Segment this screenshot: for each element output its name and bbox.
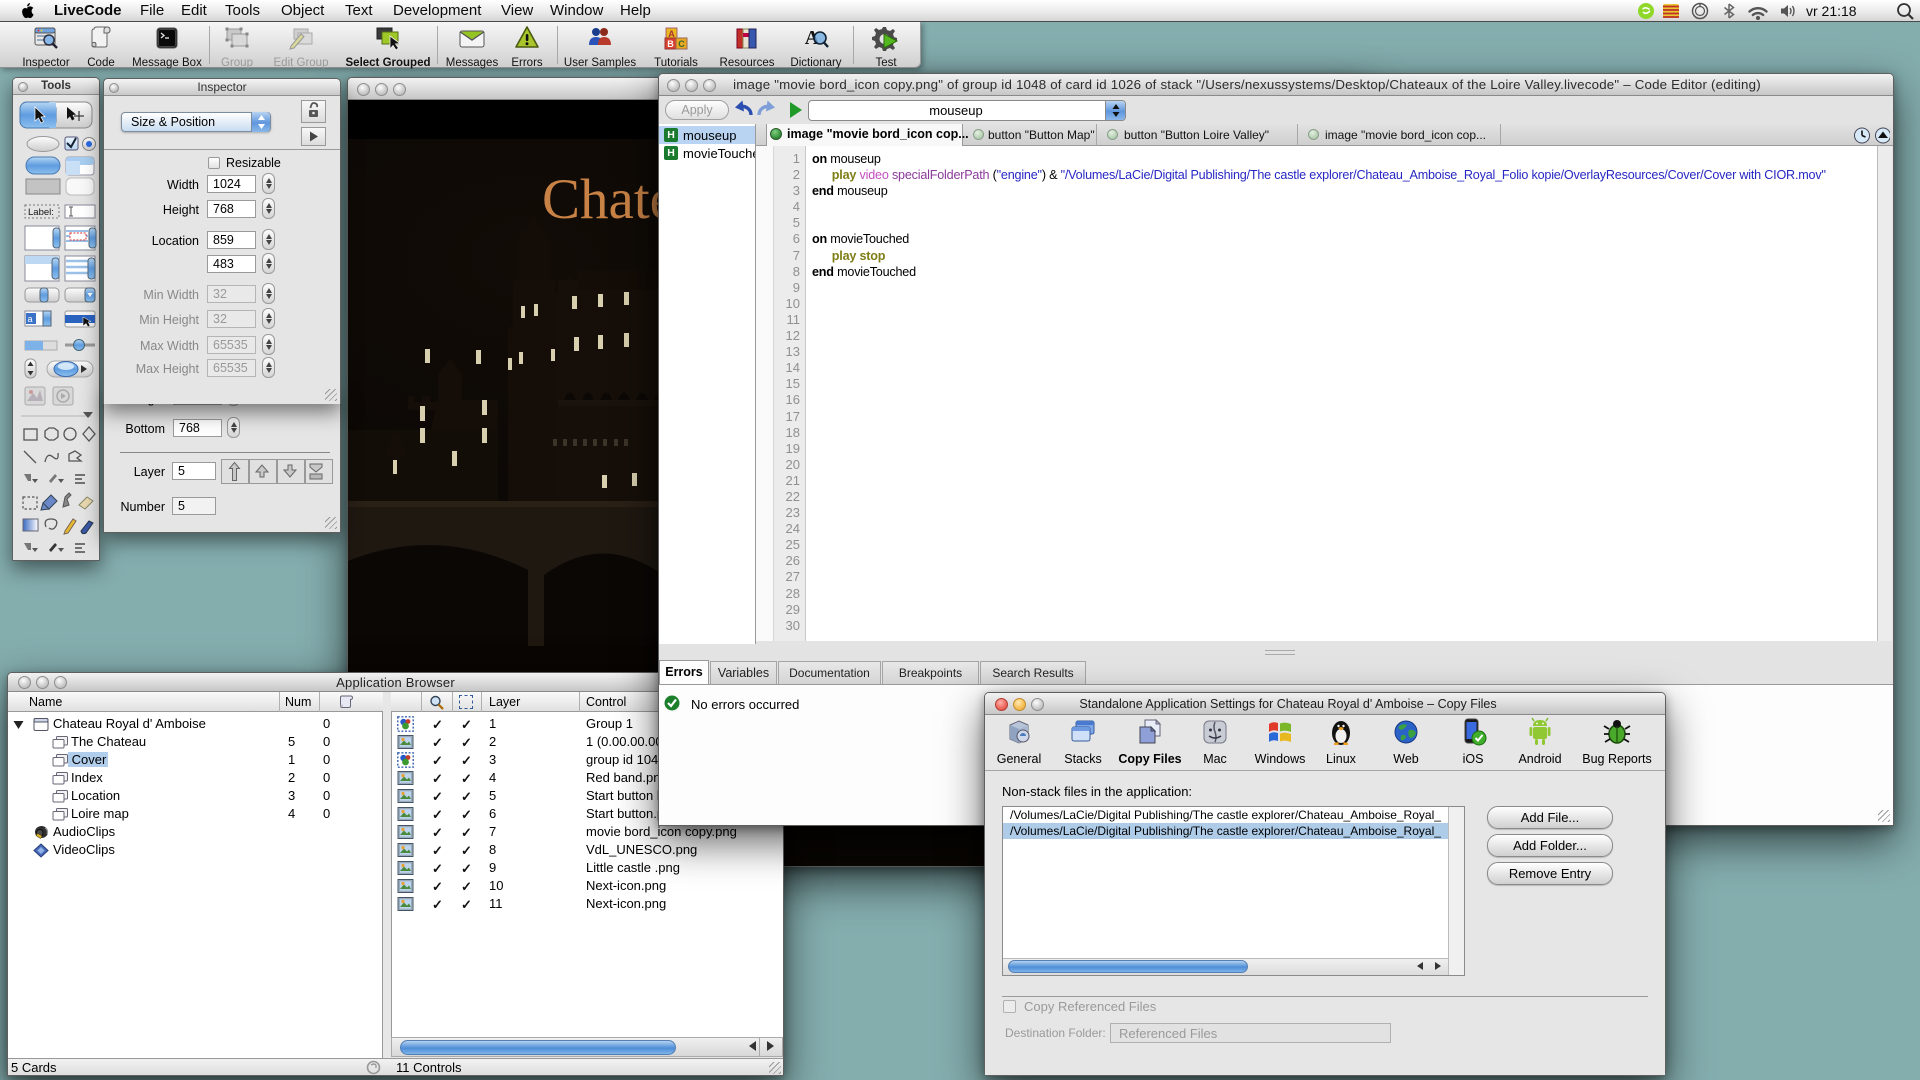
svg-text:Label:: Label: [28, 207, 54, 218]
svg-text:B: B [667, 39, 674, 49]
svg-text:a: a [28, 314, 33, 324]
svg-text:C: C [678, 39, 685, 49]
